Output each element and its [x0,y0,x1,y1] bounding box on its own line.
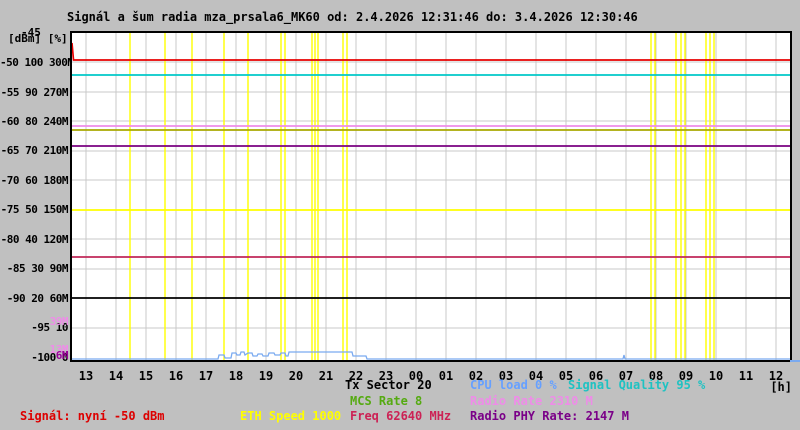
x-tick-hour: 21 [311,369,341,383]
rate-mini-tick: 6M [0,349,68,362]
y-tick-row: -65 70 210M [0,144,68,157]
legend-item: Signal Quality 95 % [568,378,705,392]
legend-item: Freq 62640 MHz [350,409,451,423]
x-tick-hour: 15 [131,369,161,383]
legend-item: Tx Sector 20 [345,378,432,392]
legend-item: Radio Rate 2310 M [470,394,593,408]
y-tick-row: -70 60 180M [0,174,68,187]
y-tick-row: -85 30 90M [0,262,68,275]
series-line-cpu-load [72,352,790,359]
rate-mini-tick: 39M [0,315,68,328]
y-tick-row: -60 80 240M [0,115,68,128]
x-tick-hour: 20 [281,369,311,383]
x-tick-hour: 16 [161,369,191,383]
chart-canvas [72,33,790,360]
series-line-signal [72,43,790,60]
x-tick-hour: 10 [701,369,731,383]
plot-area [70,31,792,362]
x-tick-hour: 18 [221,369,251,383]
x-tick-hour: 13 [71,369,101,383]
radio-signal-graph: Signál a šum radia mza_prsala6_MK60 od: … [0,0,800,430]
legend-item: Radio PHY Rate: 2147 M [470,409,629,423]
x-tick-hour: 19 [251,369,281,383]
y-tick-row: -90 20 60M [0,292,68,305]
x-tick-hour: 17 [191,369,221,383]
y-tick-row: -75 50 150M [0,203,68,216]
legend-item: CPU load 0 % [470,378,557,392]
x-axis-unit-label: [h] [764,380,792,394]
y-axis-top-tick: -45 [21,26,41,39]
graph-title: Signál a šum radia mza_prsala6_MK60 od: … [67,10,638,24]
y-tick-row: -55 90 270M [0,86,68,99]
legend-item: MCS Rate 8 [350,394,422,408]
cpu-line-overflow-stub [790,360,800,362]
x-tick-hour: 01 [431,369,461,383]
y-tick-row: -80 40 120M [0,233,68,246]
y-tick-row: -50 100 300M [0,56,68,69]
legend-item: ETH Speed 1000 [240,409,341,423]
x-tick-hour: 11 [731,369,761,383]
legend-item: Signál: nyní -50 dBm [20,409,165,423]
x-tick-hour: 14 [101,369,131,383]
